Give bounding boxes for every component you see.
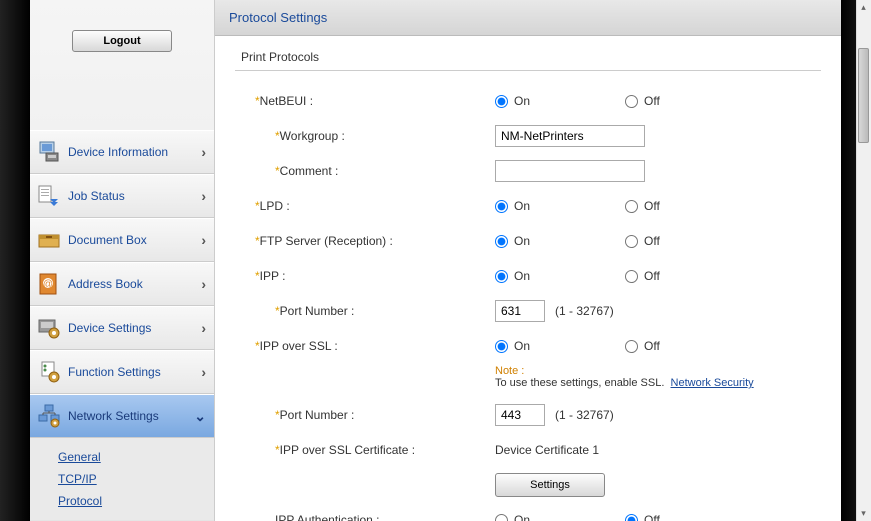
function-settings-icon xyxy=(36,359,62,385)
ippssl-off-radio[interactable] xyxy=(625,340,638,353)
port-hint: (1 - 32767) xyxy=(555,304,614,318)
job-status-icon xyxy=(36,183,62,209)
nav-function-settings[interactable]: Function Settings › xyxy=(30,350,214,394)
network-settings-icon xyxy=(36,403,62,429)
comment-label: *Comment : xyxy=(235,164,495,178)
ipp-port-input[interactable] xyxy=(495,300,545,322)
document-box-icon xyxy=(36,227,62,253)
nav-job-status[interactable]: Job Status › xyxy=(30,174,214,218)
network-security-link[interactable]: Network Security xyxy=(671,377,754,389)
ipp-label: *IPP : xyxy=(235,269,495,283)
lpd-off-radio[interactable] xyxy=(625,200,638,213)
chevron-right-icon: › xyxy=(201,144,206,160)
device-settings-icon xyxy=(36,315,62,341)
cert-settings-button[interactable]: Settings xyxy=(495,473,605,497)
ssl-note: Note : To use these settings, enable SSL… xyxy=(235,365,821,389)
sub-nav: General TCP/IP Protocol xyxy=(30,438,214,520)
ippssl-label: *IPP over SSL : xyxy=(235,339,495,353)
ippauth-off-radio[interactable] xyxy=(625,514,638,521)
ftp-off-radio[interactable] xyxy=(625,235,638,248)
ipp-off-radio[interactable] xyxy=(625,270,638,283)
scroll-down-icon[interactable]: ▾ xyxy=(856,506,871,521)
nav-label: Device Information xyxy=(68,145,201,159)
chevron-right-icon: › xyxy=(201,320,206,336)
logout-button[interactable]: Logout xyxy=(72,30,172,52)
svg-text:@: @ xyxy=(43,279,53,290)
device-info-icon xyxy=(36,139,62,165)
subnav-protocol[interactable]: Protocol xyxy=(58,490,214,512)
content-header: Protocol Settings xyxy=(215,0,841,36)
nav-label: Document Box xyxy=(68,233,201,247)
subnav-tcpip[interactable]: TCP/IP xyxy=(58,468,214,490)
lpd-on-radio[interactable] xyxy=(495,200,508,213)
chevron-right-icon: › xyxy=(201,232,206,248)
ftp-on-radio[interactable] xyxy=(495,235,508,248)
cert-value: Device Certificate 1 xyxy=(495,443,599,457)
divider xyxy=(235,70,821,71)
netbeui-label: *NetBEUI : xyxy=(235,94,495,108)
port-hint: (1 - 32767) xyxy=(555,408,614,422)
ftp-label: *FTP Server (Reception) : xyxy=(235,234,495,248)
cert-label: *IPP over SSL Certificate : xyxy=(235,443,495,457)
ippssl-port-input[interactable] xyxy=(495,404,545,426)
scroll-up-icon[interactable]: ▴ xyxy=(856,0,871,15)
chevron-right-icon: › xyxy=(201,276,206,292)
ippauth-label: IPP Authentication : xyxy=(235,513,495,521)
nav-label: Job Status xyxy=(68,189,201,203)
nav-device-settings[interactable]: Device Settings › xyxy=(30,306,214,350)
chevron-down-icon: ⌄ xyxy=(194,408,206,425)
scrollbar[interactable]: ▴ ▾ xyxy=(856,0,871,521)
section-title: Print Protocols xyxy=(235,50,821,64)
page-title: Protocol Settings xyxy=(229,10,327,25)
nav-label: Address Book xyxy=(68,277,201,291)
content-area: Protocol Settings Print Protocols *NetBE… xyxy=(215,0,841,521)
address-book-icon: @ xyxy=(36,271,62,297)
port1-label: *Port Number : xyxy=(235,304,495,318)
netbeui-on-radio[interactable] xyxy=(495,95,508,108)
comment-input[interactable] xyxy=(495,160,645,182)
nav-label: Device Settings xyxy=(68,321,201,335)
chevron-right-icon: › xyxy=(201,364,206,380)
lpd-label: *LPD : xyxy=(235,199,495,213)
subnav-general[interactable]: General xyxy=(58,446,214,468)
nav-label: Function Settings xyxy=(68,365,201,379)
ipp-on-radio[interactable] xyxy=(495,270,508,283)
netbeui-off-radio[interactable] xyxy=(625,95,638,108)
ippssl-on-radio[interactable] xyxy=(495,340,508,353)
sidebar: Logout Device Information › Job Status › xyxy=(30,0,215,521)
chevron-right-icon: › xyxy=(201,188,206,204)
workgroup-label: *Workgroup : xyxy=(235,129,495,143)
port2-label: *Port Number : xyxy=(235,408,495,422)
ippauth-on-radio[interactable] xyxy=(495,514,508,521)
nav-address-book[interactable]: @ Address Book › xyxy=(30,262,214,306)
nav-device-information[interactable]: Device Information › xyxy=(30,130,214,174)
workgroup-input[interactable] xyxy=(495,125,645,147)
nav-network-settings[interactable]: Network Settings ⌄ xyxy=(30,394,214,438)
scrollbar-thumb[interactable] xyxy=(858,48,869,143)
nav-document-box[interactable]: Document Box › xyxy=(30,218,214,262)
nav-label: Network Settings xyxy=(68,409,194,423)
